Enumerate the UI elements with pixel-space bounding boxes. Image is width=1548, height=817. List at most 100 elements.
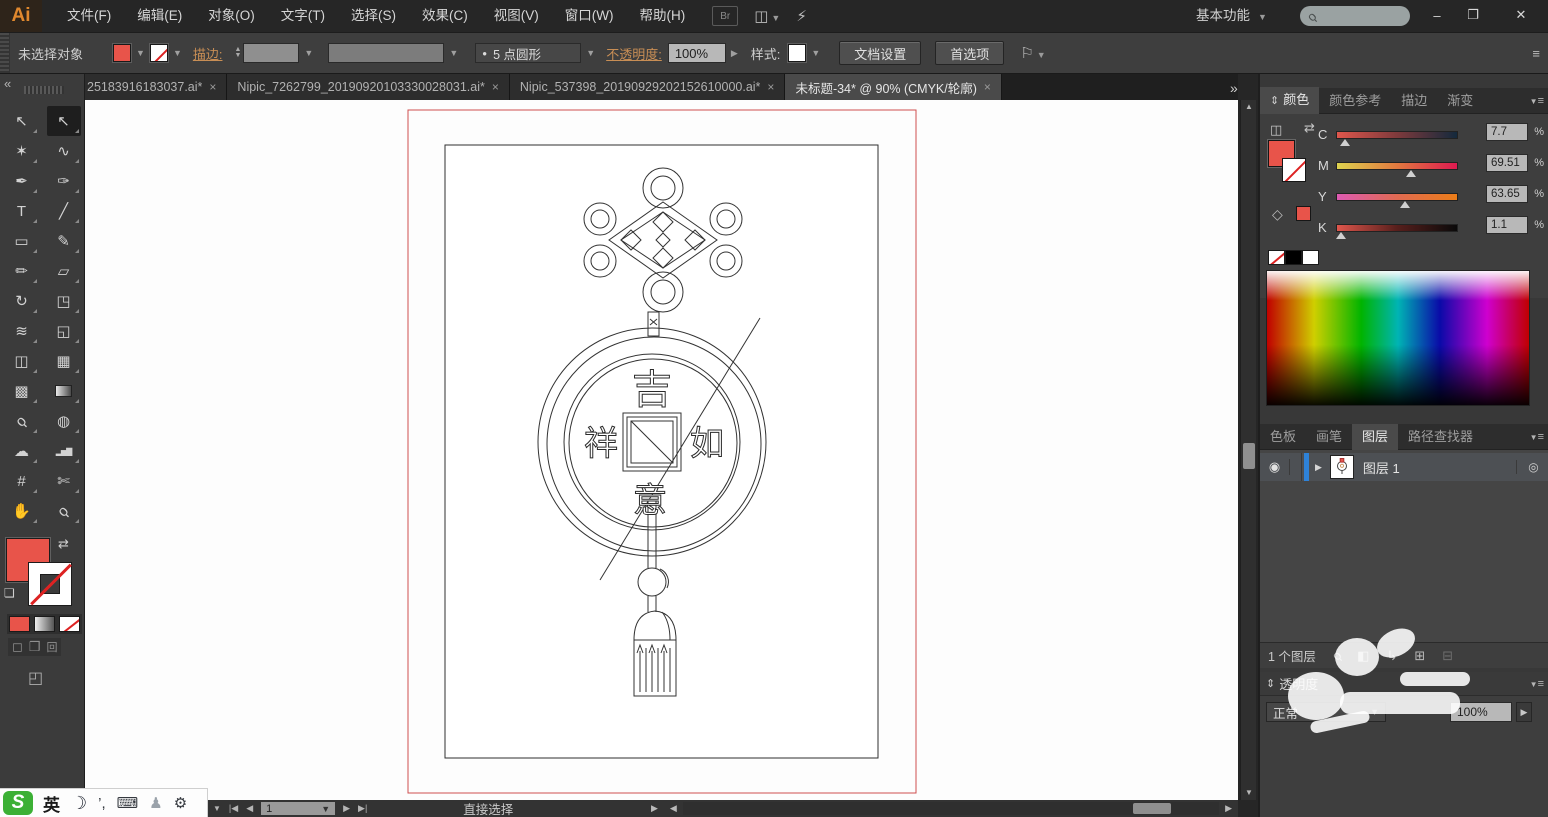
none-mode-button[interactable]: [59, 616, 80, 632]
select-similar-icon[interactable]: ⚐ ▼: [1020, 44, 1045, 62]
out-of-gamut-cube-icon[interactable]: ◇: [1272, 206, 1283, 223]
gpu-performance-icon[interactable]: ⚡: [796, 7, 807, 25]
menu-item[interactable]: 对象(O): [195, 0, 268, 32]
delete-layer-icon[interactable]: ⊟: [1442, 648, 1453, 664]
column-graph-tool[interactable]: ▂▅▇: [47, 436, 81, 466]
menu-item[interactable]: 文字(T): [268, 0, 338, 32]
hand-tool[interactable]: ✋: [5, 496, 39, 526]
scale-tool[interactable]: ◳: [47, 286, 81, 316]
scroll-right-small-icon[interactable]: ▶: [645, 803, 664, 814]
panel-menu-icon[interactable]: ▼≡: [1530, 95, 1544, 107]
slider-value[interactable]: 63.65: [1486, 185, 1528, 203]
menu-item[interactable]: 编辑(E): [124, 0, 195, 32]
stroke-weight-stepper[interactable]: ▲ ▼: [234, 46, 241, 59]
color-spectrum[interactable]: [1266, 270, 1530, 406]
preferences-button[interactable]: 首选项: [935, 41, 1005, 65]
transparency-title[interactable]: 透明度: [1279, 674, 1318, 693]
panel-tab[interactable]: ⇕ 颜色: [1260, 87, 1320, 114]
next-artboard-icon[interactable]: ▶: [343, 803, 350, 814]
menu-item[interactable]: 效果(C): [409, 0, 481, 32]
wrench-icon[interactable]: ⚙: [174, 794, 187, 812]
swap-colors-icon[interactable]: ⇄: [1304, 120, 1315, 136]
panel-tab[interactable]: 描边: [1391, 88, 1437, 114]
perspective-grid-tool[interactable]: ▦: [47, 346, 81, 376]
scroll-up-icon[interactable]: ▲: [1241, 100, 1257, 114]
layer-name[interactable]: 图层 1: [1363, 458, 1516, 477]
eraser-tool[interactable]: ▱: [47, 256, 81, 286]
stroke-weight-field[interactable]: [243, 43, 300, 63]
duplicate-icon[interactable]: ◫: [1270, 122, 1282, 138]
user-icon[interactable]: ♟: [149, 794, 162, 812]
document-tab[interactable]: 25183916183037.ai* ×: [85, 74, 228, 100]
paintbrush-tool[interactable]: ✎: [47, 226, 81, 256]
draw-normal-icon[interactable]: ◻: [12, 639, 23, 655]
white-swatch[interactable]: [1302, 250, 1319, 265]
rotate-tool[interactable]: ↻: [5, 286, 39, 316]
panel-tab[interactable]: 色板: [1260, 424, 1306, 450]
gradient-mode-button[interactable]: [34, 616, 55, 632]
panel-menu-icon[interactable]: ▼≡: [1530, 431, 1544, 443]
lock-column[interactable]: [1290, 453, 1302, 481]
keyboard-icon[interactable]: ⌨: [117, 794, 139, 812]
toolbar-grip[interactable]: [24, 86, 64, 94]
document-tab[interactable]: 未标题-34* @ 90% (CMYK/轮廓) ×: [785, 74, 1002, 100]
stroke-color-swatch[interactable]: [149, 44, 168, 62]
selection-tool[interactable]: ↖: [5, 106, 39, 136]
magic-wand-tool[interactable]: ✶: [5, 136, 39, 166]
blend-tool[interactable]: ◍: [47, 406, 81, 436]
slider-track[interactable]: [1335, 224, 1458, 239]
close-tab-icon[interactable]: ×: [209, 80, 216, 94]
zoom-tool[interactable]: ϙ: [47, 496, 81, 526]
menu-item[interactable]: 窗口(W): [552, 0, 627, 32]
opacity-popup-icon[interactable]: ▶: [726, 48, 743, 59]
free-transform-tool[interactable]: ◱: [47, 316, 81, 346]
stroke-weight-dropdown-icon[interactable]: ▼: [299, 48, 318, 58]
new-layer-icon[interactable]: ⊞: [1414, 648, 1425, 664]
sogou-logo-icon[interactable]: S: [3, 791, 33, 815]
make-mask-icon[interactable]: ◧: [1357, 648, 1369, 664]
opacity-field[interactable]: 100%: [667, 43, 726, 63]
line-segment-tool[interactable]: ╱: [47, 196, 81, 226]
vertical-scrollbar[interactable]: ▲ ▼: [1240, 100, 1256, 800]
width-tool[interactable]: ≋: [5, 316, 39, 346]
menu-item[interactable]: 视图(V): [481, 0, 552, 32]
search-input[interactable]: ϙ: [1300, 6, 1410, 26]
ime-language-mode[interactable]: 英: [43, 791, 60, 816]
stroke-dropdown-icon[interactable]: ▼: [168, 48, 187, 58]
prev-artboard-icon[interactable]: ◀: [246, 803, 253, 814]
slider-value[interactable]: 7.7: [1486, 123, 1528, 141]
document-setup-button[interactable]: 文档设置: [839, 41, 922, 65]
style-swatch[interactable]: [788, 44, 807, 62]
dock-collapse-icon[interactable]: »: [1230, 80, 1238, 96]
expand-triangle-icon[interactable]: ▶: [1315, 462, 1322, 473]
artboard-tool[interactable]: #: [5, 466, 39, 496]
close-button[interactable]: ✕: [1494, 0, 1548, 30]
eyedropper-tool[interactable]: ϙ: [5, 406, 39, 436]
slider-value[interactable]: 1.1: [1486, 216, 1528, 234]
restore-button[interactable]: ❐: [1456, 0, 1490, 30]
mesh-tool[interactable]: ▩: [5, 376, 39, 406]
stroke-proxy-swatch[interactable]: [28, 562, 72, 606]
first-artboard-icon[interactable]: |◀: [229, 803, 238, 814]
menu-item[interactable]: 帮助(H): [626, 0, 698, 32]
document-tab[interactable]: Nipic_537398_20190929202152610000.ai* ×: [509, 74, 786, 100]
control-bar-grip[interactable]: [0, 33, 10, 73]
variable-width-dropdown-icon[interactable]: ▼: [444, 48, 463, 58]
slider-track[interactable]: [1336, 162, 1458, 177]
layer-row[interactable]: ◉ ▶ 图层 1 ◎: [1260, 453, 1548, 481]
last-artboard-icon[interactable]: ▶|: [358, 803, 367, 814]
canvas[interactable]: 吉 祥 如 意: [85, 100, 1238, 800]
horizontal-scroll-thumb[interactable]: [1133, 803, 1172, 814]
menu-item[interactable]: 文件(F): [54, 0, 124, 32]
none-swatch[interactable]: [1268, 250, 1285, 265]
zoom-dropdown-icon[interactable]: ▼: [213, 804, 221, 813]
lasso-tool[interactable]: ∿: [47, 136, 81, 166]
color-mode-button[interactable]: [9, 616, 30, 632]
visibility-eye-icon[interactable]: ◉: [1260, 459, 1290, 475]
panel-tab[interactable]: 颜色参考: [1319, 88, 1391, 114]
default-fill-stroke-icon[interactable]: ❏: [4, 586, 15, 600]
slider-thumb[interactable]: [1400, 201, 1411, 208]
layer-thumbnail[interactable]: [1329, 455, 1354, 479]
slider-thumb[interactable]: [1340, 139, 1351, 146]
transparency-opacity-field[interactable]: 100%: [1450, 702, 1512, 722]
